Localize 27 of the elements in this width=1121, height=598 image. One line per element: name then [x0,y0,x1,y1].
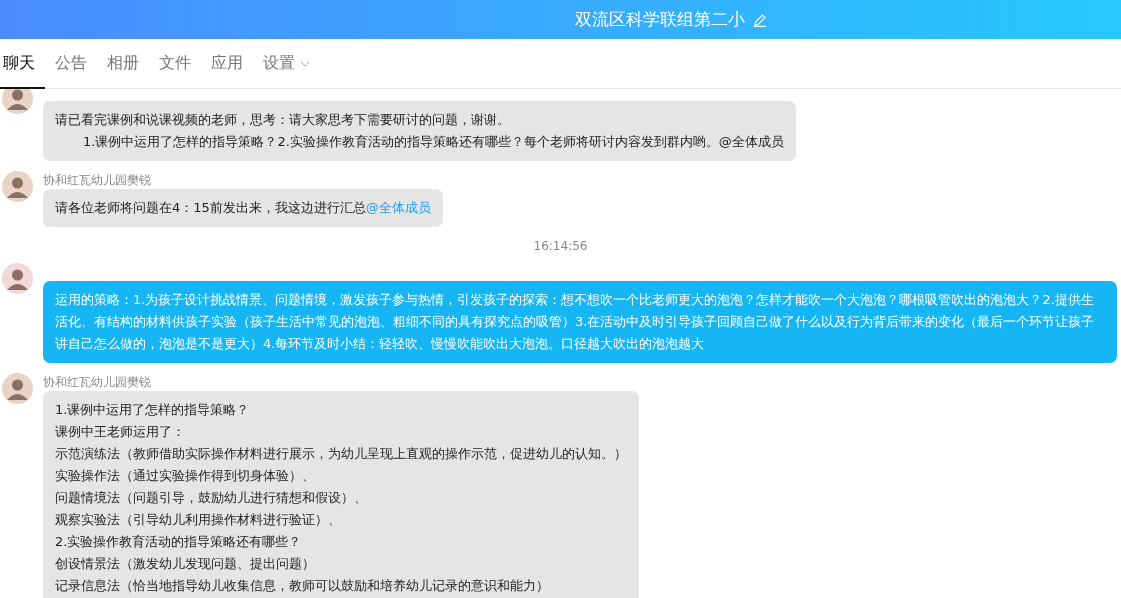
message-text: 观察实验法（引导幼儿利用操作材料进行验证）、 [55,511,342,529]
message-text: 2.实验操作教育活动的指导策略还有哪些？ [55,533,303,551]
message-text: 请各位老师将问题在4：15前发出来，我这边进行汇总@全体成员 [55,199,431,217]
tab[interactable]: 公告 [45,39,97,89]
message-text: 实验操作法（通过实验操作得到切身体验）、 [55,467,316,485]
avatar-icon[interactable] [2,373,33,404]
message-text: 示范演练法（教师借助实际操作材料进行展示，为幼儿呈现上直观的操作示范，促进幼儿的认知。） [55,445,627,463]
message-text: 记录信息法（恰当地指导幼儿收集信息，教师可以鼓励和培养幼儿记录的意识和能力） [55,577,550,595]
message-text: 请已看完课例和说课视频的老师，思考：请大家思考下需要研讨的问题，谢谢。 [55,111,511,129]
avatar-icon[interactable] [2,263,33,294]
message-text: 运用的策略：1.为孩子设计挑战情景、问题情境，激发孩子参与热情，引发孩子的探索：想不想吹一个比老师更大的泡泡？怎样才能吹一个大泡泡？哪根吸管吹出的泡泡大？2.提供生活化、有结构的材料供孩子实验（孩子生活中常见的泡泡、粗细不同的具有探究点的吸管）3.在活动中及时引导孩子回顾自己做了什么以及行为背后带来的变化（最后一个环节让孩子讲自己怎么做的，泡泡是不是更大）4.每环节及时小结：轻轻吹、慢慢吹能吹出大泡泡。口径越大吹出的泡泡越大 [55,291,1096,353]
tab[interactable]: 应用 [201,39,253,89]
sender-name: 协和红瓦幼儿园樊锐 [43,374,151,391]
tab[interactable]: 文件 [149,39,201,89]
sender-name: 协和红瓦幼儿园樊锐 [43,172,151,189]
message-text: 创设情景法（激发幼儿发现问题、提出问题） [55,555,316,573]
avatar-icon[interactable] [2,89,33,114]
message-time: 16:14:56 [532,238,589,255]
message-text: 问题情境法（问题引导，鼓励幼儿进行猜想和假设）、 [55,489,368,507]
tab[interactable]: 相册 [97,39,149,89]
message-text: 课例中王老师运用了： [55,423,186,441]
message-text: 1.课例中运用了怎样的指导策略？2.实验操作教育活动的指导策略还有哪些？每个老师将研讨内容发到群内哟。@全体成员 [82,133,784,151]
group-title: 双流区科学联组第二小 [575,7,745,31]
avatar-icon[interactable] [2,171,33,202]
message-text: 1.课例中运用了怎样的指导策略？ [55,401,251,419]
tab[interactable]: 设置 [253,39,320,89]
chevron-down-icon [300,60,310,67]
